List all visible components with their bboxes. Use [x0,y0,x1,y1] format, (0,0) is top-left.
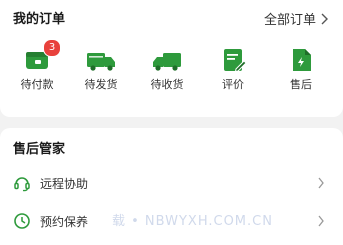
after-sales-manager-title: 售后管家 [13,142,66,157]
review-pencil-icon [224,49,247,73]
my-orders-card: 我的订单 全部订单 3 待付款 待发货 待收货 评价 售后 [0,0,343,117]
order-review-label: 评价 [222,78,244,91]
remote-assistance-row[interactable]: 远程协助 [0,168,343,198]
order-status-row: 3 待付款 待发货 待收货 评价 售后 [0,39,343,96]
order-after-sales-label: 售后 [290,78,312,91]
clock-icon [14,213,30,229]
order-review[interactable]: 评价 [202,46,264,96]
order-after-sales[interactable]: 售后 [270,46,332,96]
order-pending-receipt[interactable]: 待收货 [136,46,198,96]
remote-assistance-label: 远程协助 [40,177,89,191]
chevron-right-icon [318,215,324,227]
headset-icon [14,177,30,192]
my-orders-title: 我的订单 [13,12,66,27]
order-pending-receipt-label: 待收货 [150,78,184,91]
after-sales-document-icon [293,49,311,71]
after-sales-manager-card: 售后管家 远程协助 预约保养 [0,128,343,245]
all-orders-link[interactable]: 全部订单 [264,9,330,28]
order-pending-shipment[interactable]: 待发货 [70,46,132,96]
receive-truck-icon [153,53,181,71]
delivery-truck-icon [87,53,115,71]
order-pending-payment[interactable]: 3 待付款 [6,39,68,96]
maintenance-appointment-label: 预约保养 [40,215,89,229]
maintenance-appointment-row[interactable]: 预约保养 [0,206,343,236]
chevron-right-icon [318,177,324,189]
order-pending-shipment-label: 待发货 [84,78,118,91]
all-orders-label: 全部订单 [263,13,316,28]
order-pending-payment-label: 待付款 [20,78,54,91]
chevron-right-icon [321,13,328,24]
pending-payment-badge: 3 [43,39,61,57]
